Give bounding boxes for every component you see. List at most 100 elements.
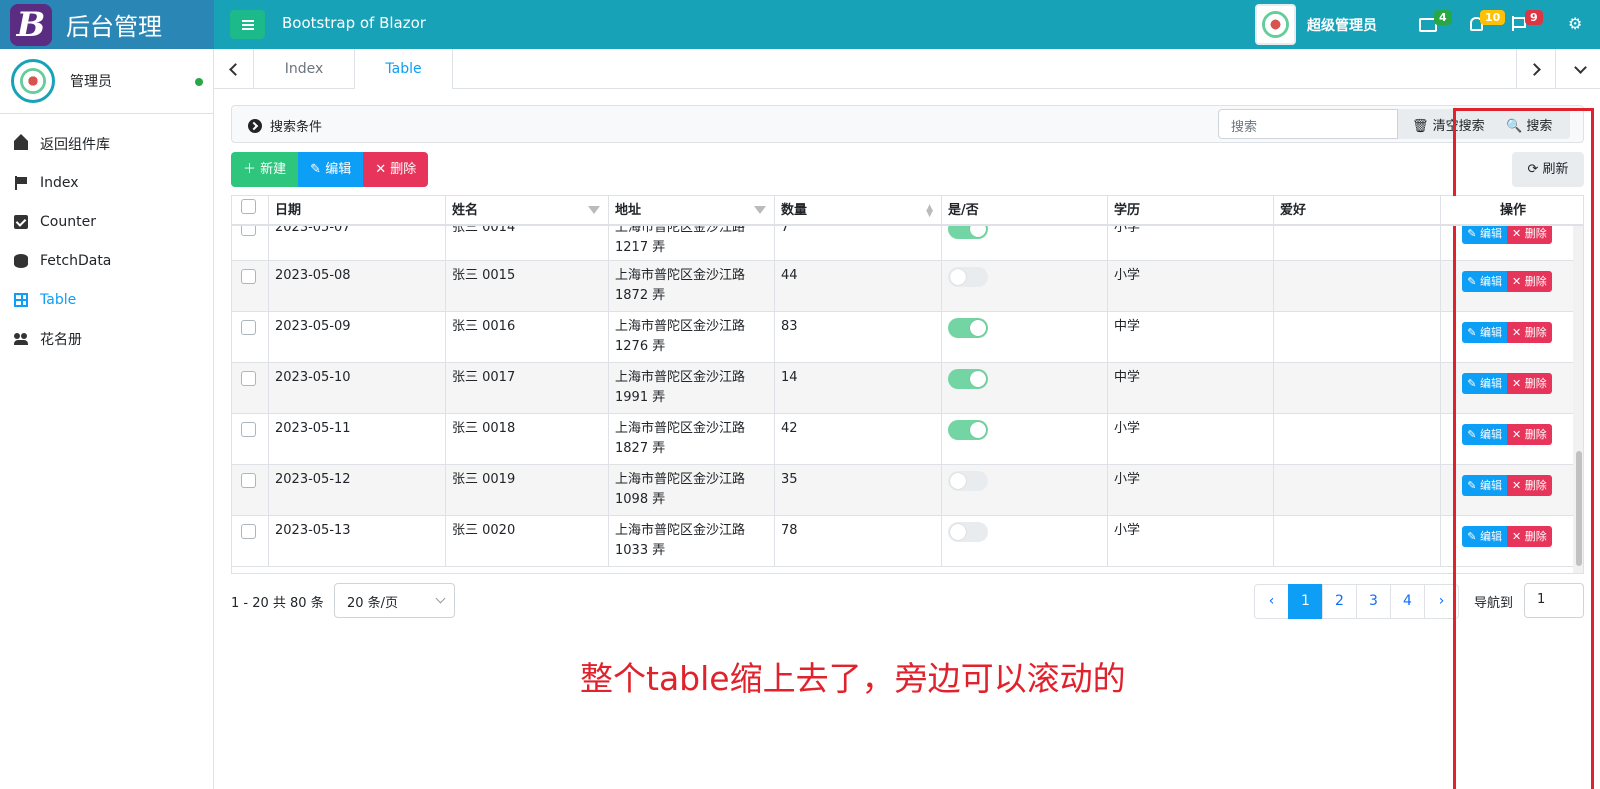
- table-row[interactable]: 2023-05-12 张三 0019 上海市普陀区金沙江路 1098 弄 35 小学 ✎ …: [232, 465, 1573, 516]
- table-cell: [232, 414, 269, 464]
- search-panel: 搜索条件 搜索 🗑 清空搜索 🔍 搜索: [231, 105, 1584, 143]
- table-row[interactable]: 2023-05-08 张三 0015 上海市普陀区金沙江路 1872 弄 44 小学 ✎ …: [232, 261, 1573, 312]
- header-select-all[interactable]: [232, 196, 269, 226]
- row-checkbox[interactable]: [241, 269, 256, 284]
- table-cell: 35: [775, 465, 942, 515]
- table-icon: [14, 292, 28, 307]
- table-cell: 上海市普陀区金沙江路 1991 弄: [609, 363, 775, 413]
- column-header-hobby[interactable]: 爱好: [1274, 196, 1441, 226]
- sidebar-item-table[interactable]: Table: [0, 280, 213, 319]
- column-header-address[interactable]: 地址: [609, 196, 775, 226]
- user-avatar[interactable]: [1255, 4, 1296, 45]
- sidebar-item-label: 返回组件库: [40, 136, 110, 153]
- page-button-1[interactable]: 1: [1288, 584, 1323, 619]
- edit-button[interactable]: ✎ 编辑: [298, 152, 364, 187]
- sort-icon[interactable]: ▲ ▼: [926, 204, 933, 219]
- tab-table[interactable]: Table: [355, 49, 453, 89]
- row-checkbox[interactable]: [241, 371, 256, 386]
- column-header-name[interactable]: 姓名: [446, 196, 609, 226]
- toggle-switch[interactable]: [948, 318, 988, 338]
- table-cell: [1274, 312, 1441, 362]
- cell-address: 上海市普陀区金沙江路 1276 弄: [615, 319, 746, 354]
- sidebar-item-fetchdata[interactable]: FetchData: [0, 241, 213, 280]
- mail-badge: 4: [1434, 10, 1452, 25]
- column-header-count[interactable]: 数量 ▲ ▼: [775, 196, 942, 226]
- sidebar-item-index[interactable]: Index: [0, 163, 213, 202]
- table-cell: [1274, 414, 1441, 464]
- table-row[interactable]: 2023-05-13 张三 0020 上海市普陀区金沙江路 1033 弄 78 小学 ✎ …: [232, 516, 1573, 567]
- search-panel-title: 搜索条件: [270, 120, 323, 135]
- delete-button[interactable]: ✕ 删除: [363, 152, 429, 187]
- page-button-4[interactable]: 4: [1390, 584, 1425, 619]
- sidebar-item-label: Table: [40, 291, 77, 308]
- cell-count: 35: [781, 472, 798, 487]
- column-header-date[interactable]: 日期: [269, 196, 446, 226]
- chevron-down-icon: [1573, 60, 1587, 74]
- tab-bar: Index Table: [214, 49, 1600, 89]
- brand-name: 后台管理: [66, 13, 162, 41]
- search-input[interactable]: 搜索: [1218, 109, 1398, 139]
- tab-dropdown-button[interactable]: [1560, 49, 1600, 89]
- online-status-dot: [195, 78, 203, 86]
- tab-index[interactable]: Index: [254, 49, 355, 89]
- cell-name: 张三 0018: [452, 421, 516, 436]
- page-button-3[interactable]: 3: [1356, 584, 1391, 619]
- sidebar-item-label: FetchData: [40, 252, 112, 269]
- hamburger-icon: [241, 19, 254, 30]
- table-row[interactable]: 2023-05-09 张三 0016 上海市普陀区金沙江路 1276 弄 83 中学 ✎ …: [232, 312, 1573, 363]
- column-header-education[interactable]: 学历: [1108, 196, 1274, 226]
- database-icon: [14, 253, 28, 268]
- column-header-name-label: 姓名: [452, 203, 479, 218]
- toggle-switch[interactable]: [948, 267, 988, 287]
- new-label: 新建: [260, 162, 287, 177]
- brand[interactable]: B 后台管理: [0, 0, 214, 49]
- page-size-select[interactable]: 20 条/页: [334, 583, 455, 618]
- table-cell: 2023-05-08: [269, 261, 446, 311]
- select-all-checkbox[interactable]: [241, 199, 256, 214]
- user-name[interactable]: 超级管理员: [1307, 15, 1377, 35]
- app-root: B 后台管理 Bootstrap of Blazor 超级管理员 4 10 9 …: [0, 0, 1600, 789]
- column-header-flag[interactable]: 是/否: [942, 196, 1108, 226]
- row-checkbox[interactable]: [241, 320, 256, 335]
- notification-badge: 10: [1480, 10, 1506, 25]
- table-row[interactable]: 2023-05-10 张三 0017 上海市普陀区金沙江路 1991 弄 14 中学 ✎ …: [232, 363, 1573, 414]
- row-checkbox[interactable]: [241, 422, 256, 437]
- tab-scroll-left-button[interactable]: [214, 49, 254, 89]
- row-checkbox[interactable]: [241, 524, 256, 539]
- chevron-right-icon: [1527, 62, 1541, 76]
- table-cell: [1274, 363, 1441, 413]
- sidebar-item-roster[interactable]: 花名册: [0, 319, 213, 358]
- check-square-icon: [14, 214, 28, 229]
- toggle-switch[interactable]: [948, 522, 988, 542]
- cell-date: 2023-05-10: [275, 370, 351, 385]
- table-cell: [232, 261, 269, 311]
- cell-name: 张三 0016: [452, 319, 516, 334]
- table-cell: 小学: [1108, 516, 1274, 566]
- tab-scroll-right-button[interactable]: [1516, 49, 1556, 89]
- table-cell: [1274, 465, 1441, 515]
- prev-page-button[interactable]: ‹: [1254, 584, 1289, 619]
- table-cell: 张三 0020: [446, 516, 609, 566]
- search-panel-toggle[interactable]: 搜索条件: [248, 116, 322, 135]
- table-row[interactable]: 2023-05-11 张三 0018 上海市普陀区金沙江路 1827 弄 42 小学 ✎ …: [232, 414, 1573, 465]
- table-cell: [942, 312, 1108, 362]
- sidebar-user-panel: 管理员: [0, 49, 213, 114]
- pagination-info: 1 - 20 共 80 条: [231, 596, 324, 611]
- table-cell: [232, 363, 269, 413]
- toggle-switch[interactable]: [948, 420, 988, 440]
- row-checkbox[interactable]: [241, 473, 256, 488]
- new-button[interactable]: ＋ 新建: [231, 152, 299, 187]
- cell-date: 2023-05-12: [275, 472, 351, 487]
- page-button-2[interactable]: 2: [1322, 584, 1357, 619]
- filter-icon[interactable]: [754, 206, 766, 214]
- toggle-switch[interactable]: [948, 369, 988, 389]
- sidebar-item-components[interactable]: 返回组件库: [0, 124, 213, 163]
- filter-icon[interactable]: [588, 206, 600, 214]
- settings-gear-icon[interactable]: ⚙: [1568, 14, 1582, 33]
- sidebar-nav: 返回组件库 Index Counter FetchData Table 花名册: [0, 114, 213, 358]
- column-header-count-label: 数量: [781, 203, 808, 218]
- table-cell: 2023-05-13: [269, 516, 446, 566]
- menu-toggle-button[interactable]: [230, 10, 265, 39]
- sidebar-item-counter[interactable]: Counter: [0, 202, 213, 241]
- toggle-switch[interactable]: [948, 471, 988, 491]
